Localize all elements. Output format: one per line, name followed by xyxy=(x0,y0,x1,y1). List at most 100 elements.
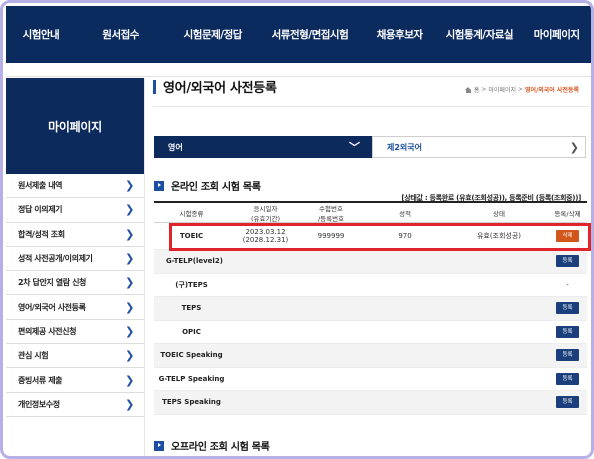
sidebar-item-results[interactable]: 합격/성적 조회 ❯ xyxy=(6,223,144,247)
header-date: 응시일자 (유효기간) xyxy=(229,203,302,223)
chevron-right-icon: ❯ xyxy=(125,227,134,241)
sidebar-item-label: 2차 답안지 열람 신청 xyxy=(18,278,87,288)
chevron-right-icon: ❯ xyxy=(125,397,134,411)
table-row: TEPS Speaking 등록 xyxy=(154,391,587,415)
header-number-line2: /등록번호 xyxy=(317,214,345,223)
sidebar-item-label: 성적 사전공개/이의제기 xyxy=(18,254,93,264)
section-bullet-icon xyxy=(154,440,164,451)
exam-date: 2023.03.12 (2028.12.31) xyxy=(229,228,302,244)
nav-exam-info[interactable]: 시험안내 xyxy=(6,27,76,42)
home-icon[interactable] xyxy=(464,86,472,93)
chevron-right-icon: ❯ xyxy=(125,324,134,338)
offline-section-title: 오프라인 조회 시험 목록 xyxy=(171,442,270,453)
online-exam-table: 시험종류 응시일자 (유효기간) 수험번호/등록번호 성적 상태 등록/삭제 TO… xyxy=(154,201,587,415)
exam-name: OPIC xyxy=(182,327,201,336)
sidebar-item-profile[interactable]: 개인정보수정 ❯ xyxy=(6,393,144,417)
sidebar-item-label: 개인정보수정 xyxy=(18,399,60,409)
offline-section-heading: 오프라인 조회 시험 목록 xyxy=(154,438,270,453)
chevron-down-icon: ﹀ xyxy=(349,141,360,154)
sidebar-item-language-registration[interactable]: 영어/외국어 사전등록 ❯ xyxy=(6,295,144,320)
sidebar-item-answer-sheet[interactable]: 2차 답안지 열람 신청 ❯ xyxy=(6,271,144,296)
app-frame: 시험안내 원서접수 시험문제/정답 서류전형/면접시험 채용후보자 시험통계/자… xyxy=(0,0,594,459)
sidebar-item-label: 정답 이의제기 xyxy=(18,205,63,215)
sidebar-menu: 원서제출 내역 ❯ 정답 이의제기 ❯ 합격/성적 조회 ❯ 성적 사전공개/이의제기… xyxy=(6,174,144,417)
exam-action: 등록 xyxy=(548,372,587,385)
breadcrumb-current: 영어/외국어 사전등록 xyxy=(525,87,579,94)
header-exam: 시험종류 xyxy=(179,209,204,218)
tab-second-language-label: 제2외국어 xyxy=(387,142,423,152)
chevron-right-icon: ❯ xyxy=(125,276,134,290)
header-action: 등록/삭제 xyxy=(554,209,581,218)
chevron-right-icon: ❯ xyxy=(125,373,134,387)
sidebar-item-answer-objection[interactable]: 정답 이의제기 ❯ xyxy=(6,198,144,223)
tab-second-language[interactable]: 제2외국어 ❯ xyxy=(372,136,586,158)
sidebar-item-label: 원서제출 내역 xyxy=(18,181,63,191)
breadcrumb-home[interactable]: 홈 xyxy=(474,85,480,94)
sidebar-item-favorite-exams[interactable]: 관심 시험 ❯ xyxy=(6,344,144,369)
nav-candidates[interactable]: 채용후보자 xyxy=(360,27,440,42)
sidebar-item-score-preview[interactable]: 성적 사전공개/이의제기 ❯ xyxy=(6,247,144,272)
header-number: 수험번호/등록번호 xyxy=(302,203,360,223)
exam-name: G-TELP Speaking xyxy=(158,374,225,383)
nav-statistics[interactable]: 시험통계/자료실 xyxy=(440,27,520,42)
nav-questions-answers[interactable]: 시험문제/정답 xyxy=(165,27,260,42)
table-row: (구)TEPS - xyxy=(154,274,587,297)
sidebar-banner-title: 마이페이지 xyxy=(48,119,102,134)
header-score: 성적 xyxy=(399,209,411,218)
exam-date-value: 2023.03.12 xyxy=(245,228,286,236)
table-row: G-TELP Speaking 등록 xyxy=(154,368,587,391)
table-row: TOEIC 2023.03.12 (2028.12.31) 999999 970 … xyxy=(154,223,587,250)
register-button[interactable]: 등록 xyxy=(556,372,579,385)
breadcrumb-separator: > xyxy=(481,86,487,93)
exam-score: 970 xyxy=(398,232,412,240)
register-button[interactable]: 등록 xyxy=(556,349,579,362)
sidebar-item-label: 증빙서류 제출 xyxy=(18,375,63,385)
exam-name: TOEIC Speaking xyxy=(160,351,223,360)
exam-name: TEPS Speaking xyxy=(162,398,221,407)
tab-english[interactable]: 영어 ﹀ xyxy=(154,136,372,158)
breadcrumb-mypage[interactable]: 마이페이지 xyxy=(488,85,516,94)
table-row: G-TELP(level2) 등록 xyxy=(154,250,587,274)
exam-action: 등록 xyxy=(548,255,587,268)
exam-action: 삭제 xyxy=(548,230,587,242)
register-button[interactable]: 등록 xyxy=(556,302,579,315)
delete-button[interactable]: 삭제 xyxy=(556,230,579,242)
exam-action: - xyxy=(566,280,569,289)
exam-action: 등록 xyxy=(548,325,587,338)
chevron-right-icon: ❯ xyxy=(125,252,134,266)
online-section-title: 온라인 조회 시험 목록 xyxy=(171,182,261,193)
exam-action: 등록 xyxy=(548,396,587,409)
chevron-right-icon: ❯ xyxy=(125,179,134,193)
chevron-right-icon: ❯ xyxy=(125,300,134,314)
sidebar-item-label: 합격/성적 조회 xyxy=(18,229,65,239)
exam-action: 등록 xyxy=(548,349,587,362)
register-button[interactable]: 등록 xyxy=(556,325,579,338)
sidebar-item-label: 영어/외국어 사전등록 xyxy=(18,302,86,312)
sidebar-banner: 마이페이지 xyxy=(6,78,144,174)
chevron-right-icon: ❯ xyxy=(569,140,579,154)
nav-document-interview[interactable]: 서류전형/면접시험 xyxy=(260,27,360,42)
register-button[interactable]: 등록 xyxy=(556,396,579,409)
header-date-line1: 응시일자 xyxy=(253,204,278,213)
top-navigation: 시험안내 원서접수 시험문제/정답 서류전형/면접시험 채용후보자 시험통계/자… xyxy=(6,6,591,63)
tab-english-label: 영어 xyxy=(168,142,183,152)
exam-name: G-TELP(level2) xyxy=(166,257,223,266)
sidebar-item-application-history[interactable]: 원서제출 내역 ❯ xyxy=(6,174,144,199)
page-title: 영어/외국어 사전등록 xyxy=(163,81,277,96)
online-section-heading: 온라인 조회 시험 목록 xyxy=(154,178,261,193)
sidebar-item-accommodation[interactable]: 편의제공 사전신청 ❯ xyxy=(6,320,144,345)
register-button[interactable]: 등록 xyxy=(556,255,579,268)
exam-name: TOEIC xyxy=(179,232,204,240)
sidebar-item-documents[interactable]: 증빙서류 제출 ❯ xyxy=(6,368,144,393)
breadcrumb: 홈 > 마이페이지 > 영어/외국어 사전등록 xyxy=(464,85,579,94)
table-header: 시험종류 응시일자 (유효기간) 수험번호/등록번호 성적 상태 등록/삭제 xyxy=(154,201,587,223)
chevron-right-icon: ❯ xyxy=(125,203,134,217)
nav-mypage[interactable]: 마이페이지 xyxy=(519,27,591,42)
exam-number: 999999 xyxy=(317,232,345,240)
title-accent-bar xyxy=(153,78,161,96)
exam-action: 등록 xyxy=(548,302,587,315)
nav-application[interactable]: 원서접수 xyxy=(76,27,166,42)
header-date-line2: (유효기간) xyxy=(251,214,280,223)
sidebar-item-label: 관심 시험 xyxy=(18,351,49,361)
breadcrumb-separator: > xyxy=(518,86,524,93)
